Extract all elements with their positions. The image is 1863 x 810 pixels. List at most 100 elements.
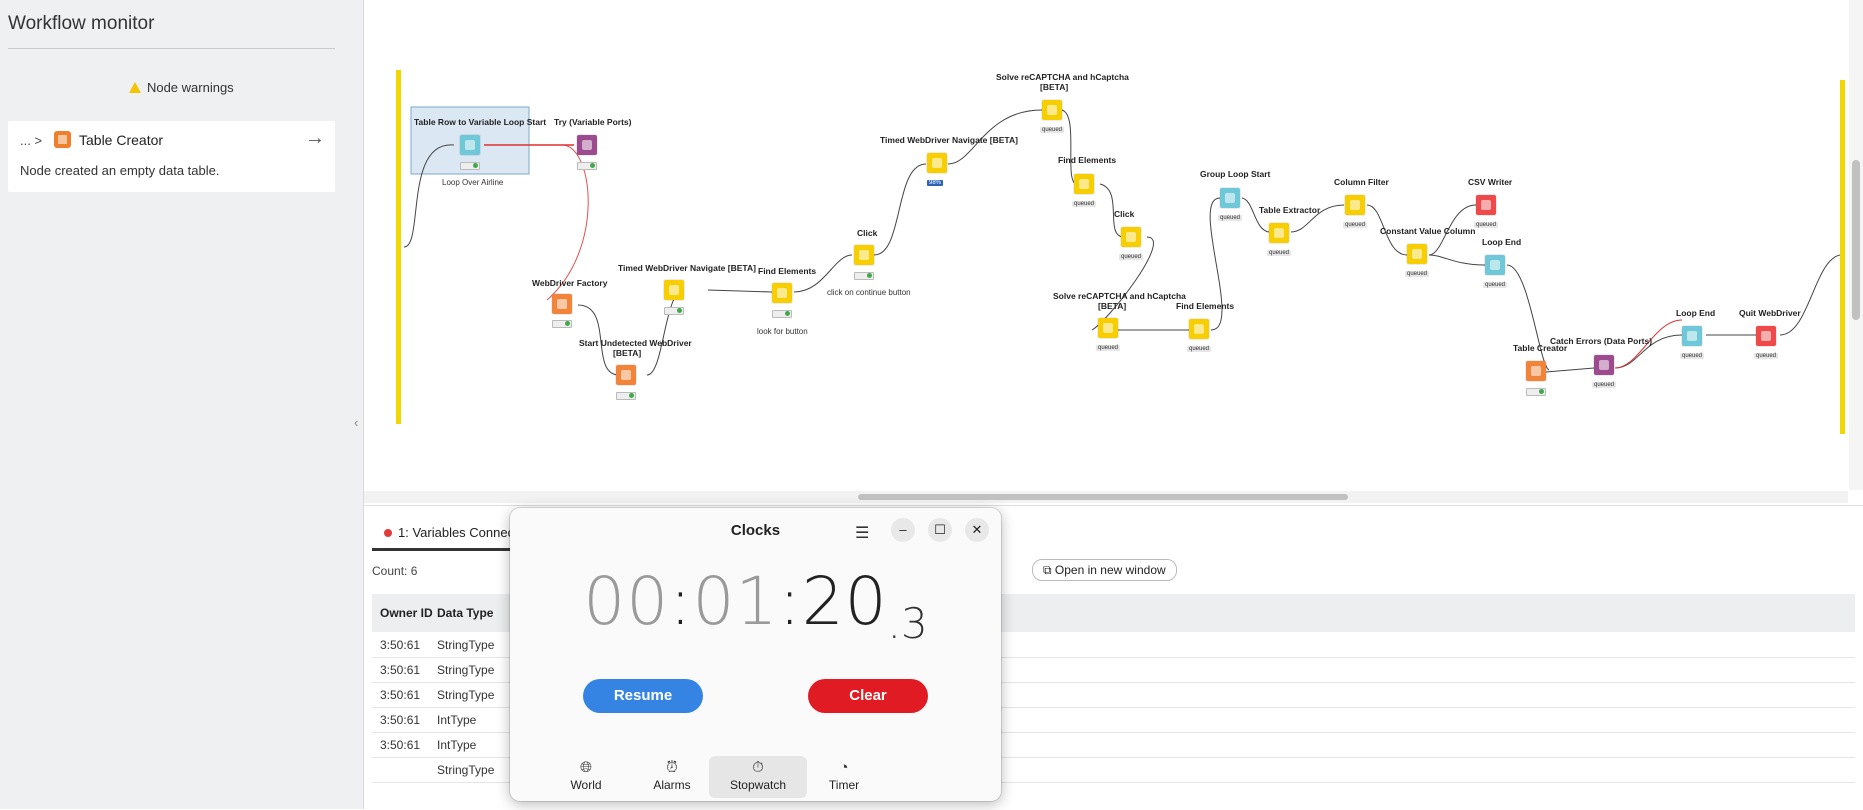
column-header[interactable]: Owner ID: [380, 606, 433, 620]
queued-tag: queued: [1483, 282, 1508, 288]
csv-writer-node[interactable]: [1476, 195, 1496, 215]
node-name: Table Creator: [79, 132, 164, 148]
node-status: [664, 307, 684, 315]
node-status: [577, 162, 597, 170]
owner-cell: 3:50:61: [380, 638, 421, 652]
owner-cell: 3:50:61: [380, 688, 421, 702]
collapse-panel-handle[interactable]: ‹: [354, 415, 358, 430]
find-elements-2-node[interactable]: [1074, 174, 1094, 194]
node-label-find-elements-1: Find Elements: [758, 266, 817, 276]
workflow-monitor-panel: Workflow monitor Node warnings ... > Tab…: [0, 0, 364, 809]
node-label-quit-webdriver: Quit WebDriver: [1739, 308, 1801, 318]
breadcrumb[interactable]: ... >: [20, 133, 42, 148]
clear-button[interactable]: Clear: [808, 679, 928, 713]
node-label-constant-value: Constant Value Column: [1380, 226, 1476, 236]
node-label-loop-end-1: Loop End: [1482, 237, 1522, 247]
node-warnings-label: Node warnings: [146, 80, 234, 95]
warning-message: Node created an empty data table.: [20, 163, 220, 178]
node-label-click-1: Click: [857, 228, 878, 238]
webdriver-factory-node[interactable]: [552, 294, 572, 314]
type-cell: StringType: [437, 763, 495, 777]
minimize-button[interactable]: –: [891, 518, 915, 542]
loop-end-2-node[interactable]: [1682, 326, 1702, 346]
timed-navigate-2-node[interactable]: [927, 153, 947, 173]
alarm-icon: ⏰︎: [666, 759, 678, 776]
node-status: [460, 162, 480, 170]
node-label-start-undetected-beta: [BETA]: [613, 348, 642, 358]
start-undetected-webdriver-node[interactable]: [616, 365, 636, 385]
tab-world[interactable]: 🌐︎ World: [537, 756, 635, 798]
tab-label: Stopwatch: [729, 778, 787, 792]
table-creator-node[interactable]: [1526, 361, 1546, 381]
tab-timer[interactable]: ◔ Timer: [795, 756, 893, 798]
centiseconds: 3: [901, 599, 928, 648]
node-label-webdriver-factory: WebDriver Factory: [532, 278, 608, 288]
column-filter-node[interactable]: [1345, 195, 1365, 215]
vertical-scrollbar[interactable]: [1849, 0, 1863, 490]
click-2-node[interactable]: [1121, 227, 1141, 247]
node-label-try: Try (Variable Ports): [554, 117, 632, 127]
find-elements-1-node[interactable]: [772, 283, 792, 303]
catch-errors-node[interactable]: [1594, 355, 1614, 375]
queued-tag: queued: [1754, 353, 1779, 359]
divider: [8, 48, 335, 49]
timed-navigate-1-node[interactable]: [664, 280, 684, 300]
tab-label: Alarms: [653, 778, 691, 792]
loop-end-1-node[interactable]: [1485, 255, 1505, 275]
menu-icon[interactable]: ☰: [855, 523, 869, 543]
workflow-canvas[interactable]: Table Row to Variable Loop Start Loop Ov…: [364, 0, 1848, 490]
open-in-new-window-button[interactable]: ⧉ Open in new window: [1032, 559, 1177, 581]
node-label-solve-2: Solve reCAPTCHA and hCaptcha: [1053, 291, 1186, 301]
tab-alarms[interactable]: ⏰︎ Alarms: [623, 756, 721, 798]
quit-webdriver-node[interactable]: [1756, 326, 1776, 346]
loop-end-bar: [1840, 80, 1845, 434]
world-icon: 🌐︎: [579, 759, 592, 776]
find-elements-3-node[interactable]: [1189, 319, 1209, 339]
timer-icon: ◔: [839, 759, 849, 776]
close-button[interactable]: ✕: [965, 518, 989, 542]
queued-tag: queued: [1187, 346, 1212, 352]
row-count: Count: 6: [372, 564, 418, 578]
owner-cell: 3:50:61: [380, 713, 421, 727]
queued-tag: queued: [1592, 382, 1617, 388]
scroll-thumb[interactable]: [858, 494, 1348, 500]
external-window-icon: ⧉: [1043, 563, 1052, 577]
solve-captcha-2-node[interactable]: [1098, 318, 1118, 338]
separator: :: [778, 563, 802, 640]
tab-stopwatch[interactable]: ⏱︎ Stopwatch: [709, 756, 807, 798]
queued-tag: queued: [1218, 215, 1243, 221]
constant-value-column-node[interactable]: [1407, 244, 1427, 264]
node-label-timed-navigate-2: Timed WebDriver Navigate [BETA]: [880, 135, 1018, 145]
panel-title: Workflow monitor: [8, 13, 155, 34]
group-loop-start-node[interactable]: [1220, 188, 1240, 208]
node-warning-card[interactable]: ... > Table Creator → Node created an em…: [8, 121, 335, 192]
node-annotation: look for button: [757, 327, 808, 336]
type-cell: StringType: [437, 638, 495, 652]
queued-tag: queued: [1040, 127, 1065, 133]
resume-button[interactable]: Resume: [583, 679, 703, 713]
solve-captcha-1-node[interactable]: [1042, 100, 1062, 120]
maximize-button[interactable]: ☐: [928, 518, 952, 542]
node-label-timed-navigate-1: Timed WebDriver Navigate [BETA]: [618, 263, 756, 273]
node-label-table-row-loop: Table Row to Variable Loop Start: [414, 117, 547, 127]
clocks-window: Clocks ☰ – ☐ ✕ 00:01:20.3 Resume Clear 🌐…: [510, 508, 1001, 801]
queued-tag: queued: [1119, 254, 1144, 260]
queued-tag: queued: [1072, 201, 1097, 207]
table-extractor-node[interactable]: [1269, 223, 1289, 243]
navigate-arrow-icon[interactable]: →: [305, 127, 325, 150]
node-label-find-elements-2: Find Elements: [1058, 155, 1117, 165]
minutes: 01: [692, 563, 779, 640]
node-annotation: Loop Over Airline: [442, 178, 504, 187]
tab-label: Timer: [828, 778, 860, 792]
click-1-node[interactable]: [854, 245, 874, 265]
try-variable-ports-node[interactable]: [577, 135, 597, 155]
horizontal-scrollbar[interactable]: [364, 491, 1848, 503]
node-status: [552, 320, 572, 328]
separator: :: [669, 563, 693, 640]
tab-variables-connection[interactable]: 1: Variables Connec: [372, 510, 523, 551]
column-header[interactable]: Data Type: [437, 606, 493, 620]
node-status-warning: [1526, 388, 1546, 396]
scroll-thumb[interactable]: [1852, 160, 1860, 320]
warning-icon: [129, 82, 142, 93]
table-row-loop-node[interactable]: [460, 135, 480, 155]
